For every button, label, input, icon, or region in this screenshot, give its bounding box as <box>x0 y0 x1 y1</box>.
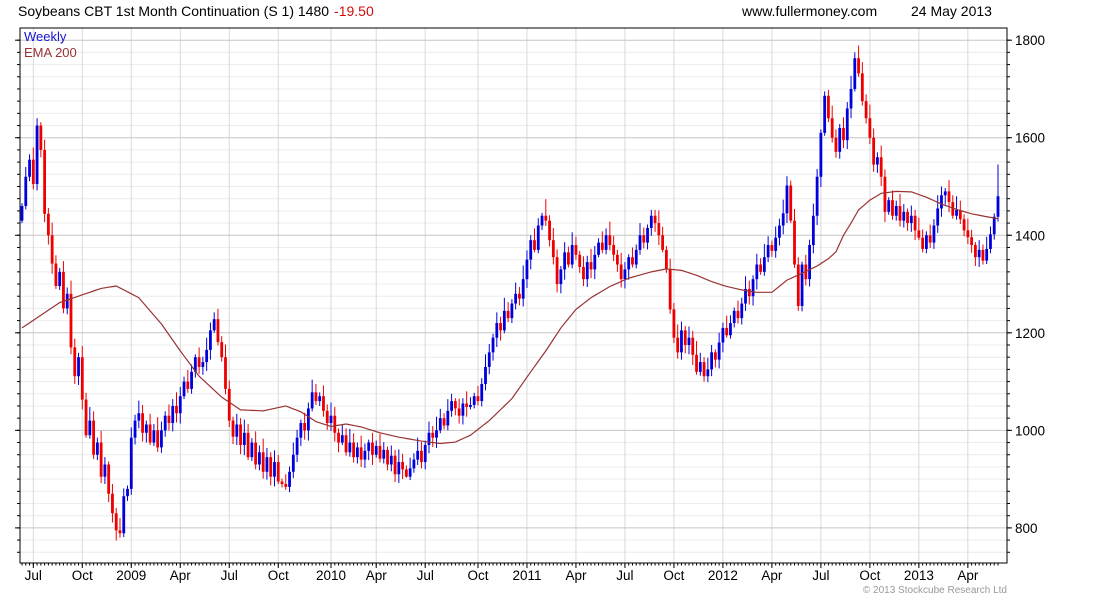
copyright-notice: © 2013 Stockcube Research Ltd <box>862 585 1007 596</box>
svg-text:2010: 2010 <box>316 568 346 583</box>
candlestick-series <box>20 45 1000 541</box>
svg-text:1000: 1000 <box>1015 423 1045 438</box>
svg-text:Apr: Apr <box>366 568 388 583</box>
svg-text:2013: 2013 <box>904 568 934 583</box>
svg-text:800: 800 <box>1015 521 1038 536</box>
website-label: www.fullermoney.com <box>742 3 878 19</box>
svg-text:1800: 1800 <box>1015 33 1045 48</box>
legend-series: Weekly <box>24 29 67 44</box>
svg-text:Jul: Jul <box>25 568 42 583</box>
svg-text:Oct: Oct <box>859 568 880 583</box>
svg-text:Jul: Jul <box>417 568 434 583</box>
svg-text:Jul: Jul <box>221 568 238 583</box>
svg-text:2009: 2009 <box>116 568 146 583</box>
price-chart: Jul Oct 2009 Apr Jul Oct 2010 Apr Jul Oct 2011 Apr J… <box>15 27 1045 583</box>
svg-text:Jul: Jul <box>812 568 829 583</box>
svg-text:Oct: Oct <box>268 568 289 583</box>
svg-text:2011: 2011 <box>512 568 541 583</box>
svg-text:Apr: Apr <box>957 568 979 583</box>
legend-ema: EMA 200 <box>24 45 77 60</box>
svg-text:2012: 2012 <box>708 568 738 583</box>
svg-text:1200: 1200 <box>1015 326 1045 341</box>
x-axis: Jul Oct 2009 Apr Jul Oct 2010 Apr Jul Oct 2011 Apr J… <box>21 563 999 583</box>
svg-text:Oct: Oct <box>663 568 684 583</box>
svg-text:1400: 1400 <box>1015 228 1045 243</box>
svg-text:Apr: Apr <box>565 568 587 583</box>
svg-text:1600: 1600 <box>1015 131 1045 146</box>
plot-border <box>19 27 1008 564</box>
svg-text:Oct: Oct <box>72 568 93 583</box>
y-axis: 800 1000 1200 1400 1600 1800 <box>15 33 1045 553</box>
chart-page: Soybeans CBT 1st Month Continuation (S 1… <box>0 0 1100 600</box>
chart-title-main: Soybeans CBT 1st Month Continuation (S 1… <box>18 3 330 19</box>
price-change: -19.50 <box>334 3 374 19</box>
svg-text:Oct: Oct <box>467 568 488 583</box>
grid-minor-horizontal <box>20 51 1007 553</box>
chart-date: 24 May 2013 <box>911 3 992 19</box>
svg-text:Jul: Jul <box>616 568 633 583</box>
svg-text:Apr: Apr <box>761 568 783 583</box>
chart-title: Soybeans CBT 1st Month Continuation (S 1… <box>18 3 374 19</box>
svg-text:Apr: Apr <box>170 568 192 583</box>
